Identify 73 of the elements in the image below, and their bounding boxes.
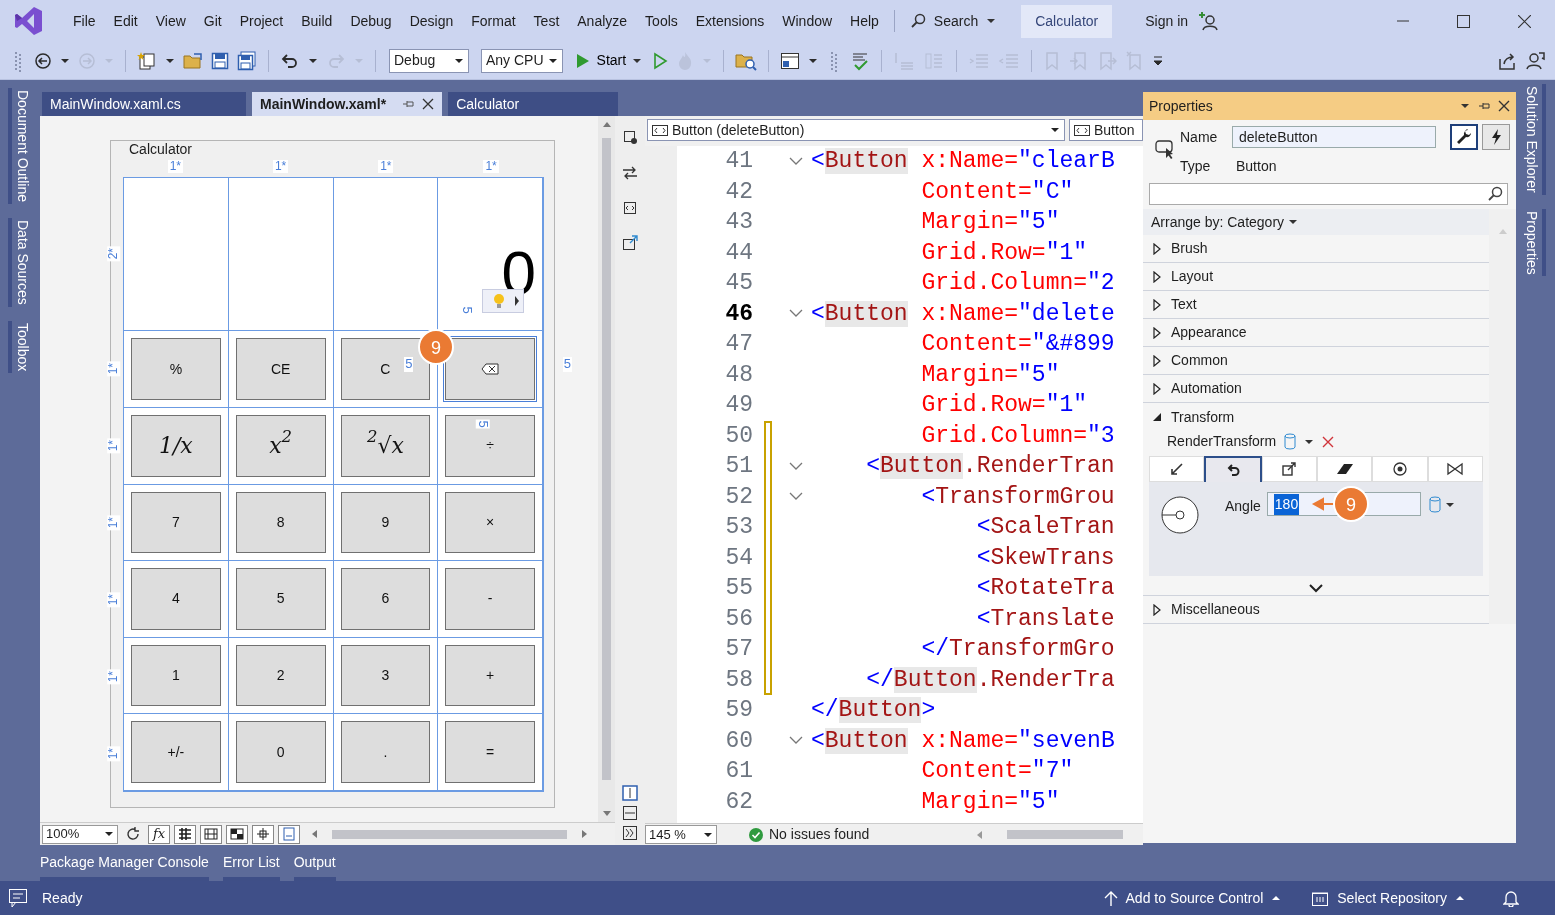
line-number: 62 — [724, 787, 754, 817]
column-size-label: 1* — [378, 160, 394, 174]
code-line: Margin="5" — [920, 208, 1060, 237]
code-line: <Translate — [975, 604, 1115, 634]
line-number: 41 — [724, 147, 754, 176]
code-line: Content="7" — [920, 757, 1074, 786]
window-title: Calculator — [1021, 4, 1113, 38]
column-size-label: 1* — [272, 160, 289, 174]
field-label: Angle — [1225, 497, 1261, 516]
code-line: Content="&#899 — [920, 330, 1115, 359]
line-number: 45 — [724, 269, 754, 298]
code-line: <RotateTra — [975, 574, 1115, 603]
line-number: 43 — [724, 208, 754, 237]
code-line: <SkewTrans — [975, 543, 1115, 573]
preview-title: Calculator — [129, 141, 193, 157]
code-line: </TransformGro — [920, 635, 1115, 664]
row-size-label: 1* — [107, 668, 121, 685]
code-line: Grid.Row="1" — [920, 238, 1088, 268]
code-line: </Button.RenderTra — [865, 665, 1115, 695]
tab-label: MainWindow.xaml.cs — [50, 94, 181, 114]
row-size-label: 1* — [107, 438, 121, 454]
line-number: 56 — [724, 604, 754, 634]
status-text: Ready — [42, 888, 83, 908]
line-number: 49 — [724, 391, 754, 420]
step-tooltip: 9 — [1310, 486, 1369, 522]
code-line: <TransformGrou — [920, 482, 1115, 512]
margin-label: 5 — [404, 357, 414, 372]
row-size-label: 2* — [107, 245, 121, 262]
code-line: <Button x:Name="delete — [811, 299, 1115, 329]
code-line: Grid.Column="2 — [920, 269, 1115, 298]
line-number: 52 — [724, 482, 754, 512]
step-tooltip: 9 — [418, 329, 455, 366]
code-line: <Button x:Name="clearB — [811, 147, 1115, 176]
code-line: Margin="5" — [920, 787, 1060, 817]
margin-label: 5 — [562, 357, 572, 372]
code-line: <Button.RenderTran — [865, 452, 1115, 481]
row-size-label: 1* — [107, 514, 121, 531]
line-number: 57 — [724, 635, 754, 664]
field-label: Type — [1180, 157, 1212, 176]
property-label: RenderTransform — [1167, 432, 1277, 451]
code-line: Grid.Column="3 — [920, 421, 1115, 451]
line-number: 54 — [724, 543, 754, 573]
column-size-label: 1* — [167, 160, 183, 174]
margin-label: 5 — [475, 419, 490, 429]
field-label: Name — [1180, 127, 1219, 147]
code-line: Content="C" — [920, 177, 1074, 207]
line-number: 44 — [724, 238, 754, 268]
line-number: 55 — [724, 574, 754, 603]
line-number: 59 — [724, 696, 754, 725]
code-line: </Button> — [811, 696, 936, 725]
tab-label: MainWindow.xaml* — [260, 94, 387, 114]
line-number: 46 — [724, 299, 754, 329]
line-number: 42 — [724, 177, 754, 207]
row-size-label: 1* — [107, 591, 121, 608]
code-line: Margin="5" — [920, 360, 1060, 390]
row-size-label: 1* — [107, 745, 121, 761]
type-value: Button — [1235, 157, 1277, 176]
line-number: 53 — [724, 513, 754, 542]
row-size-label: 1* — [107, 361, 121, 377]
tab-label: Calculator — [456, 94, 520, 114]
code-line: <ScaleTran — [975, 513, 1115, 542]
line-number: 48 — [724, 360, 754, 390]
panel-title: Properties — [1149, 96, 1213, 116]
code-line: Grid.Row="1" — [920, 391, 1088, 420]
column-size-label: 1* — [483, 160, 499, 174]
issues-status: No issues found — [769, 825, 870, 844]
line-number: 58 — [724, 665, 754, 695]
line-number: 50 — [724, 421, 754, 451]
line-number: 47 — [724, 330, 754, 359]
line-number: 61 — [724, 757, 754, 786]
line-number: 51 — [724, 452, 754, 481]
code-line: <Button x:Name="sevenB — [811, 726, 1115, 756]
line-number: 60 — [724, 726, 754, 756]
